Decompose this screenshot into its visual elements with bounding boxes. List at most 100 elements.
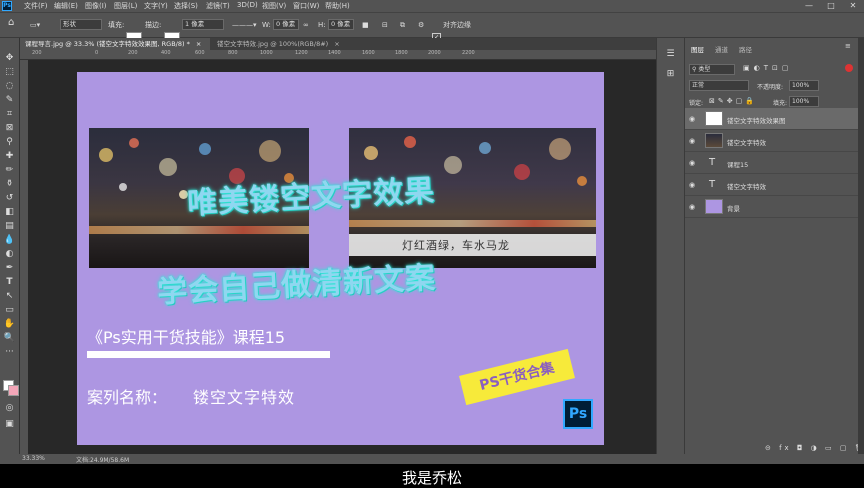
layer-row[interactable]: ◉ 镂空文字特效效果图 [685,108,859,130]
align-edges-label: 对齐边缘 [443,21,471,29]
move-tool-icon[interactable]: ✥ [3,52,16,65]
background-color-swatch[interactable] [8,385,19,396]
width-input[interactable]: 0 像素 [273,19,299,30]
quick-select-tool-icon[interactable]: ✎ [3,94,16,107]
blur-tool-icon[interactable]: 💧 [3,234,16,247]
opacity-label: 不透明度: [757,84,784,91]
stroke-size-input[interactable]: 1 像素 [182,19,224,30]
layer-footer-icons[interactable]: ⊝ fx ◘ ◑ ▭ ▢ 🗑 [765,444,864,452]
layer-row[interactable]: ◉ 镂空文字特效 [685,130,859,152]
eyedropper-tool-icon[interactable]: ⚲ [3,136,16,149]
layer-row[interactable]: ◉ T 课程15 [685,152,859,174]
ruler-tick: 200 [32,50,42,56]
document-canvas[interactable]: 灯红酒绿，车水马龙 唯美镂空文字效果 学会自己做清新文案 《Ps实用干货技能》课… [77,72,604,445]
menu-file[interactable]: 文件(F) [24,1,48,11]
dodge-tool-icon[interactable]: ◐ [3,248,16,261]
brush-tool-icon[interactable]: ✏ [3,164,16,177]
path-operations-icon[interactable]: ■ [362,19,369,31]
home-icon[interactable]: ⌂ [8,17,14,29]
more-tools-icon[interactable]: ··· [3,346,16,359]
eye-icon[interactable]: ◉ [689,137,695,145]
ruler-tick: 800 [228,50,238,56]
menu-select[interactable]: 选择(S) [174,1,198,11]
menu-view[interactable]: 视图(V) [262,1,286,11]
lock-icons[interactable]: ⊠✎✥▢🔒 [709,97,757,105]
healing-brush-tool-icon[interactable]: ✚ [3,150,16,163]
menu-help[interactable]: 帮助(H) [325,1,350,11]
shape-tool-preset-icon[interactable]: ▭▾ [30,19,40,31]
tab-layers[interactable]: 图层 [691,44,704,54]
panel-dock: ☰ ⊞ [656,38,684,454]
gear-icon[interactable]: ⚙ [418,19,424,31]
ruler-tick: 1800 [395,50,408,56]
eye-icon[interactable]: ◉ [689,159,695,167]
doc-size: 文档:24.9M/58.6M [76,457,130,464]
eye-icon[interactable]: ◉ [689,181,695,189]
menu-window[interactable]: 窗口(W) [293,1,319,11]
menu-edit[interactable]: 编辑(E) [54,1,78,11]
tab-close-icon[interactable]: × [196,40,201,48]
filter-toggle-icon[interactable] [845,64,853,72]
ruler-tick: 1000 [260,50,273,56]
path-arrangement-icon[interactable]: ⧉ [400,19,405,31]
blend-mode-select[interactable]: 正常 [689,80,749,91]
menu-layer[interactable]: 图层(L) [114,1,137,11]
crop-tool-icon[interactable]: ⌗ [3,108,16,121]
stroke-label: 描边: [145,21,162,29]
eraser-tool-icon[interactable]: ◧ [3,206,16,219]
clone-stamp-tool-icon[interactable]: ⚱ [3,178,16,191]
hand-tool-icon[interactable]: ✋ [3,318,16,331]
minimize-button[interactable]: — [798,0,820,12]
maximize-button[interactable]: □ [820,0,842,12]
panel-menu-icon[interactable]: ≡ [845,42,851,50]
height-input[interactable]: 0 像素 [328,19,354,30]
h-label: H: [318,21,326,29]
zoom-level[interactable]: 33.33% [22,455,45,462]
stroke-style-select[interactable]: ———▾ [232,19,257,31]
tab-course-intro[interactable]: 课程导言.jpg @ 33.3% (镂空文字特效效果图, RGB/8) * × [20,38,210,50]
frame-tool-icon[interactable]: ⊠ [3,122,16,135]
layer-row[interactable]: ◉ 背景 [685,196,859,218]
vertical-ruler [20,60,28,454]
tab-hollow-text[interactable]: 镂空文字特效.jpg @ 100%(RGB/8#) × [212,38,362,50]
marquee-tool-icon[interactable]: ⬚ [3,66,16,79]
history-brush-tool-icon[interactable]: ↺ [3,192,16,205]
zoom-tool-icon[interactable]: 🔍 [3,332,16,345]
right-scrollbar[interactable] [858,38,864,454]
menu-type[interactable]: 文字(Y) [144,1,168,11]
path-alignment-icon[interactable]: ⊟ [382,19,388,31]
filter-icons[interactable]: ▣◐T⊡▢ [743,64,792,72]
properties-panel-icon[interactable]: ⊞ [664,68,677,81]
tab-close-icon[interactable]: × [334,40,339,48]
status-bar: 33.33% 文档:24.9M/58.6M [0,454,864,464]
pen-tool-icon[interactable]: ✒ [3,262,16,275]
menu-image[interactable]: 图像(I) [85,1,107,11]
rectangle-tool-icon[interactable]: ▭ [3,304,16,317]
ruler-tick: 600 [195,50,205,56]
type-tool-icon[interactable]: T [3,276,16,289]
horizontal-ruler: 200 0 200 400 600 800 1000 1200 1400 160… [20,50,656,60]
lasso-tool-icon[interactable]: ◌ [3,80,16,93]
quick-mask-icon[interactable]: ◎ [3,402,16,415]
tab-channels[interactable]: 通道 [715,44,728,54]
shape-mode-select[interactable]: 形状 [60,19,102,30]
layer-name: 镂空文字特效 [727,139,766,147]
link-icon[interactable]: ∞ [303,19,309,31]
screen-mode-icon[interactable]: ▣ [3,418,16,431]
tab-paths[interactable]: 路径 [739,44,752,54]
eye-icon[interactable]: ◉ [689,203,695,211]
path-select-tool-icon[interactable]: ↖ [3,290,16,303]
menu-filter[interactable]: 滤镜(T) [206,1,230,11]
layer-name: 课程15 [727,161,749,169]
layer-name: 镂空文字特效 [727,183,766,191]
menu-3d[interactable]: 3D(D) [237,1,258,9]
w-label: W: [262,21,271,29]
eye-icon[interactable]: ◉ [689,115,695,123]
layer-row[interactable]: ◉ T 镂空文字特效 [685,174,859,196]
layer-filter-select[interactable]: ⚲ 类型 [689,64,735,75]
close-button[interactable]: ✕ [842,0,864,12]
opacity-input[interactable]: 100% [789,80,819,91]
history-panel-icon[interactable]: ☰ [664,48,677,61]
fill-input[interactable]: 100% [789,96,819,107]
gradient-tool-icon[interactable]: ▤ [3,220,16,233]
